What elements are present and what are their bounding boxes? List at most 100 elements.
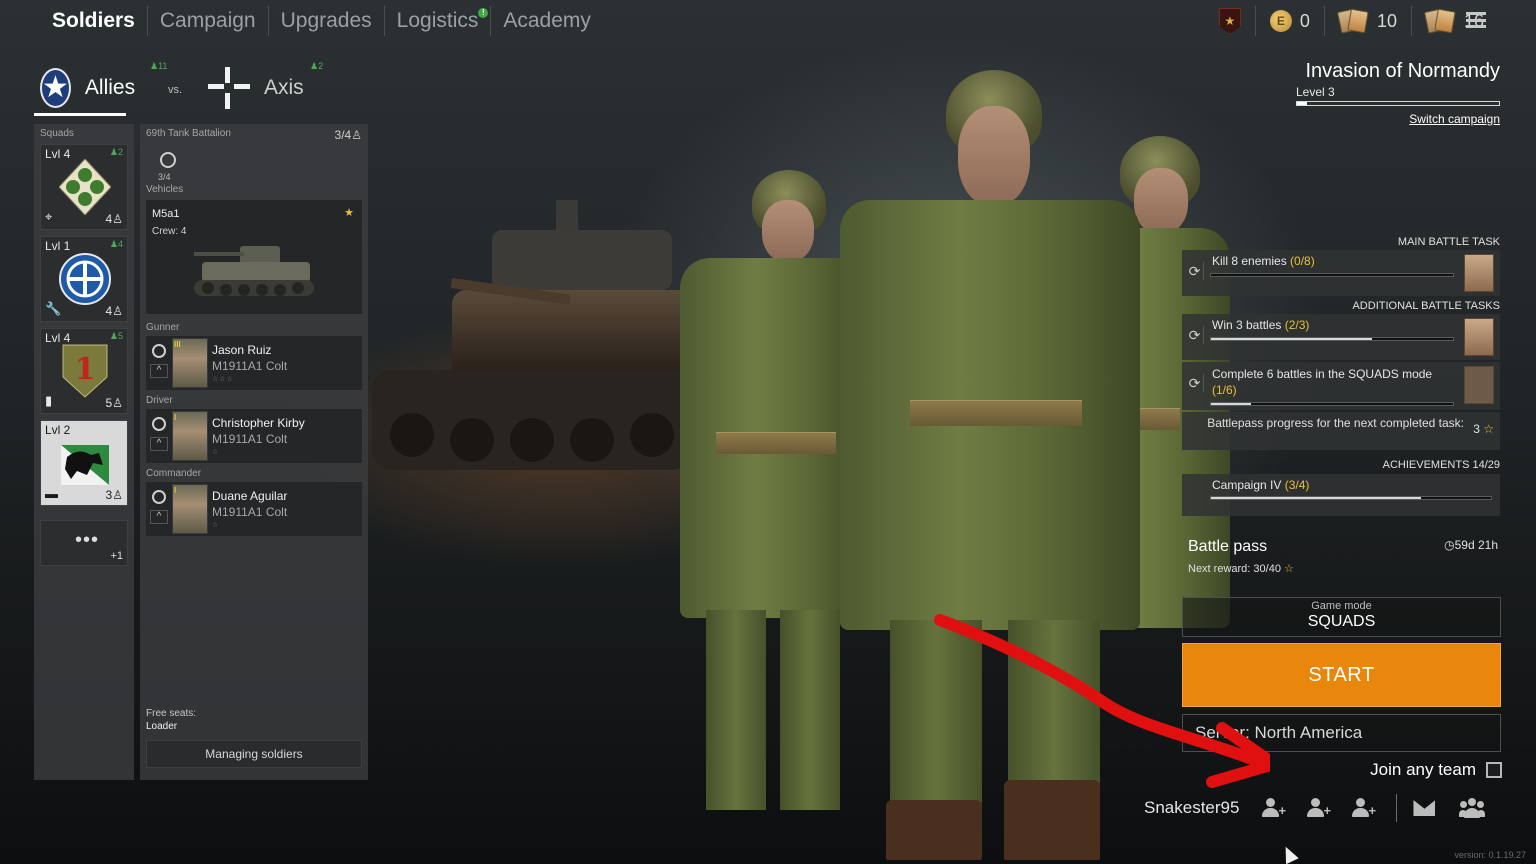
promote-chevron-icon[interactable]: ^ [150,510,168,524]
cards-count: 10 [1376,10,1397,31]
role-label: Gunner [146,322,180,333]
faction-axis-tab[interactable]: Axis [208,62,304,114]
soldier-portrait: I [172,484,208,534]
task-progress-bar [1210,402,1454,406]
hamburger-menu-icon[interactable] [1466,12,1486,28]
invite-player-icon[interactable]: + [1261,797,1289,819]
invite-player-icon[interactable]: + [1351,797,1379,819]
achievements-title: ACHIEVEMENTS 14/29 [1382,459,1500,471]
squad-card[interactable]: Lvl 4 ♟5 1 ▮ 5♙ [40,328,128,414]
task-name: Kill 8 enemies (0/8) [1212,254,1315,268]
soldier-weapon: M1911A1 Colt [212,359,288,373]
mail-icon[interactable] [1413,800,1436,816]
version-label: version: 0.1.19.27 [1454,850,1526,860]
soldier-portrait: I [172,411,208,461]
tab-campaign[interactable]: Campaign [148,4,268,38]
refresh-icon[interactable]: ⟳ [1186,374,1204,392]
switch-campaign-link[interactable]: Switch campaign [1409,112,1500,126]
blue-cross-emblem-icon [59,253,111,305]
invite-player-icon[interactable]: + [1306,797,1334,819]
soldier-rank: I [174,486,177,495]
squad-soldier-count: 4♙ [105,304,123,318]
tab-logistics[interactable]: Logistics ! [385,4,491,38]
favorite-star-icon[interactable]: ★ [344,206,354,219]
task-row[interactable]: ⟳ Win 3 battles (2/3) [1182,314,1500,360]
task-progress-bar [1210,337,1454,341]
squads-panel: Squads Lvl 4 ♟2 ⌖ 4♙ Lvl 1 ♟4 🔧 4♙ Lvl 4… [34,124,134,780]
axis-cross-icon [208,67,250,109]
squad-card[interactable]: Lvl 1 ♟4 🔧 4♙ [40,236,128,322]
squad-player-count: ♟4 [109,239,123,249]
vehicle-slot-count: 3/4 [158,172,171,182]
soldier-stars: ☆ [212,522,220,529]
soldier-name: Jason Ruiz [212,343,272,357]
premium-cards-icon[interactable] [1423,8,1456,34]
soldier-weapon: M1911A1 Colt [212,432,288,446]
campaign-level: Level 3 [1296,85,1335,99]
squads-label: Squads [40,128,74,139]
task-row[interactable]: ⟳ Kill 8 enemies (0/8) [1182,250,1500,296]
achievement-progress-bar [1210,496,1492,500]
more-squads-button[interactable]: ••• +1 [40,520,128,566]
vehicle-card[interactable]: M5a1 Crew: 4 ★ [146,200,362,314]
ivy-division-emblem-icon [59,159,111,215]
soldier-weapon: M1911A1 Colt [212,505,288,519]
squad-card-selected[interactable]: Lvl 2 ▬ 3♙ [40,420,128,506]
task-reward-icon [1464,254,1494,292]
more-squads-count: +1 [110,550,123,562]
faction-allies-tab[interactable]: ★ Allies [34,62,135,116]
free-seats-label: Free seats: [146,708,197,719]
task-row[interactable]: ⟳ Complete 6 battles in the SQUADS mode … [1182,362,1500,410]
vehicle-name: M5a1 [152,208,180,220]
promote-chevron-icon[interactable]: ^ [150,364,168,378]
tab-upgrades[interactable]: Upgrades [269,4,384,38]
friends-group-icon[interactable] [1459,798,1486,818]
soldier-portrait: III [172,338,208,388]
main-tabs: Soldiers Campaign Upgrades Logistics ! A… [40,4,603,38]
soldier-name: Christopher Kirby [212,416,305,430]
tab-soldiers[interactable]: Soldiers [40,4,147,38]
managing-soldiers-button[interactable]: Managing soldiers [146,740,362,768]
versus-label: vs. [168,84,183,96]
tab-logistics-label: Logistics [396,9,479,32]
battlepass-task-note: Battlepass progress for the next complet… [1182,412,1500,450]
refresh-icon[interactable]: ⟳ [1186,262,1204,280]
refresh-icon[interactable]: ⟳ [1186,326,1204,344]
rank-star-icon[interactable]: ★ [1218,8,1241,34]
battle-pass-title: Battle pass [1188,538,1268,555]
campaign-progress-fill [1297,102,1308,105]
cards-icon[interactable] [1336,8,1369,34]
battle-pass-timer: ◷59d 21h [1444,538,1498,552]
battlepass-note-count: 3 ☆ [1473,422,1494,436]
squad-detail-panel: 69th Tank Battalion 3/4♙ 3/4 Vehicles M5… [140,124,368,780]
more-dots: ••• [75,529,100,551]
join-any-team-checkbox[interactable] [1486,762,1502,778]
soldier-controls: ^ [150,344,170,384]
role-label: Commander [146,468,202,479]
coin-icon[interactable]: E [1269,10,1292,32]
soldier-name: Duane Aguilar [212,489,288,503]
currency-divider [1254,6,1256,36]
soldier-controls: ^ [150,417,170,457]
steering-wheel-icon [152,344,166,358]
campaign-info: Invasion of Normandy Level 3 Switch camp… [1260,60,1500,128]
allies-star-icon: ★ [40,67,71,108]
soldier-card[interactable]: ^ III Jason Ruiz M1911A1 Colt ☆☆☆ [146,336,362,390]
soldier-card[interactable]: ^ I Christopher Kirby M1911A1 Colt ☆ [146,409,362,463]
soldier-stars: ☆ [212,449,220,456]
join-any-team-toggle[interactable]: Join any team [1370,760,1502,780]
promote-chevron-icon[interactable]: ^ [150,437,168,451]
soldier-card[interactable]: ^ I Duane Aguilar M1911A1 Colt ☆ [146,482,362,536]
squad-card[interactable]: Lvl 4 ♟2 ⌖ 4♙ [40,144,128,230]
currency-bar: ★ E 0 10 16 [1218,6,1484,36]
steering-wheel-icon [152,417,166,431]
battle-pass-panel[interactable]: Battle pass Next reward: 30/40 ☆ ◷59d 21… [1182,528,1500,588]
tab-academy[interactable]: Academy [491,4,603,38]
achievement-row[interactable]: Campaign IV (3/4) [1182,474,1500,516]
main-battle-task-title: MAIN BATTLE TASK [1397,236,1500,248]
svg-text:1: 1 [75,352,96,387]
soldier-stars: ☆☆☆ [212,376,234,383]
notification-badge: ! [478,8,489,18]
soldier-rank: III [174,340,181,349]
vehicles-label: Vehicles [146,184,184,195]
